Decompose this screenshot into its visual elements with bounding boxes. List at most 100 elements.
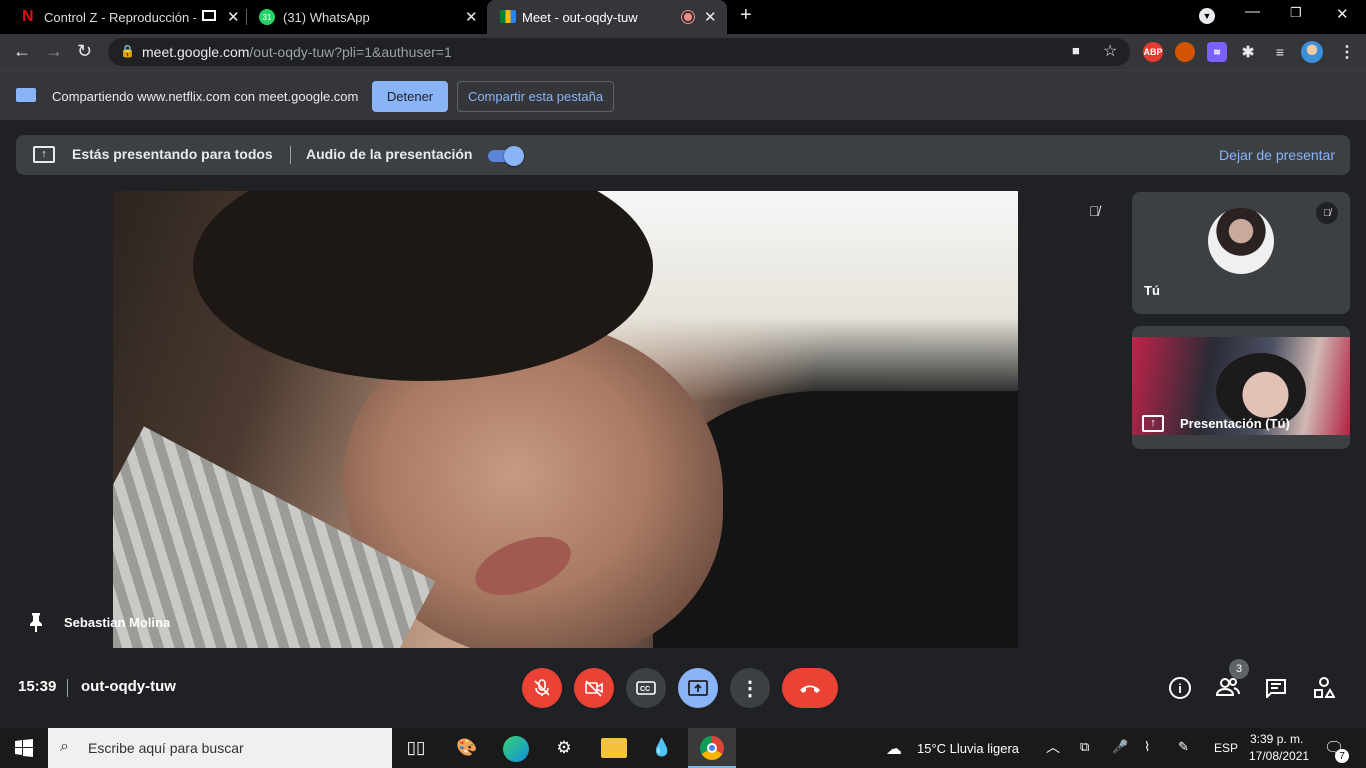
present-now-button[interactable]	[678, 668, 718, 708]
close-window-button[interactable]: ✕	[1336, 5, 1349, 23]
more-options-button[interactable]: ⋮	[730, 668, 770, 708]
weather-icon[interactable]: ☁	[886, 739, 902, 759]
leave-call-button[interactable]	[782, 668, 838, 708]
star-icon[interactable]: ☆	[1103, 41, 1117, 61]
browser-tab-strip: N Control Z - Reproducción - N ✕ 31 (31)…	[0, 0, 1366, 34]
info-icon[interactable]: i	[1169, 677, 1191, 699]
share-screen-icon	[16, 88, 36, 102]
windows-taskbar: ⌕ Escribe aquí para buscar ▯▯ 🎨 ⚙ 💧 ☁ 15…	[0, 728, 1366, 768]
divider	[290, 146, 291, 164]
windows-start-icon[interactable]	[12, 736, 36, 760]
tab-whatsapp[interactable]: 31 (31) WhatsApp ✕	[247, 0, 487, 34]
tab-title: Control Z - Reproducción - N	[44, 10, 196, 25]
recording-icon	[682, 11, 694, 23]
file-explorer-icon[interactable]	[601, 738, 627, 758]
share-this-tab-button[interactable]: Compartir esta pestaña	[457, 81, 614, 112]
camera-off-icon	[585, 680, 603, 697]
browser-toolbar: ← → ↻ 🔒 meet.google.com/out-oqdy-tuw?pli…	[0, 34, 1366, 70]
restore-button[interactable]: ❐	[1290, 5, 1302, 21]
close-icon[interactable]: ✕	[465, 8, 478, 26]
stop-sharing-button[interactable]: Detener	[372, 81, 448, 112]
audio-toggle[interactable]	[488, 146, 524, 166]
pen-icon[interactable]: ✎	[1178, 739, 1189, 755]
tab-title: (31) WhatsApp	[283, 10, 370, 25]
camera-toggle-button[interactable]	[574, 668, 614, 708]
hang-up-icon	[800, 685, 820, 693]
forward-icon[interactable]: →	[45, 41, 63, 62]
activities-icon[interactable]	[1313, 677, 1336, 705]
self-tile[interactable]: 🎙̸ Tú	[1132, 192, 1350, 314]
back-icon[interactable]: ←	[13, 41, 31, 62]
reload-icon[interactable]: ↻	[77, 41, 92, 62]
present-icon	[688, 680, 708, 696]
participants-count-badge: 3	[1229, 659, 1249, 679]
wifi-icon[interactable]: ⌇	[1144, 739, 1150, 755]
chrome-taskbar-item[interactable]	[688, 728, 736, 768]
menu-icon[interactable]: ⋮	[1337, 42, 1357, 62]
settings-app-icon[interactable]: ⚙	[552, 736, 576, 760]
address-bar[interactable]: 🔒 meet.google.com/out-oqdy-tuw?pli=1&aut…	[108, 38, 1130, 66]
edge-app-icon[interactable]	[503, 736, 529, 762]
sharing-message: Compartiendo www.netflix.com con meet.go…	[52, 89, 359, 104]
new-tab-button[interactable]: +	[740, 4, 752, 27]
present-icon: ↑	[1142, 415, 1164, 432]
tile-name: Tú	[1144, 283, 1160, 298]
chrome-icon	[700, 736, 724, 760]
tab-title: Meet - out-oqdy-tuw	[522, 10, 638, 25]
search-icon: ⌕	[60, 738, 69, 755]
clock-date[interactable]: 17/08/2021	[1249, 749, 1309, 763]
camera-icon[interactable]: ■	[1072, 43, 1080, 58]
meet-tray-icon[interactable]: ⧉	[1080, 739, 1089, 755]
language-indicator[interactable]: ESP	[1214, 741, 1238, 755]
puzzle-icon[interactable]: ✱	[1238, 42, 1258, 62]
presenting-banner: ↑ Estás presentando para todos Audio de …	[16, 135, 1350, 175]
svg-text:CC: CC	[640, 686, 650, 693]
mic-toggle-button[interactable]	[522, 668, 562, 708]
netflix-icon: N	[22, 8, 34, 25]
media-icon[interactable]: ≡	[1270, 42, 1290, 62]
people-icon[interactable]	[1215, 677, 1240, 703]
chevron-up-icon[interactable]: ︿	[1046, 737, 1060, 757]
microphone-icon[interactable]: 🎤	[1112, 739, 1128, 755]
tab-netflix[interactable]: N Control Z - Reproducción - N ✕	[0, 0, 246, 34]
weather-text[interactable]: 15°C Lluvia ligera	[917, 741, 1019, 756]
close-icon[interactable]: ✕	[227, 8, 240, 26]
abp-icon[interactable]: ABP	[1143, 42, 1163, 62]
tab-search-icon[interactable]: ▼	[1199, 8, 1215, 24]
mic-off-icon: 🎙̸	[1316, 202, 1338, 224]
url-text: meet.google.com/out-oqdy-tuw?pli=1&authu…	[142, 44, 452, 60]
search-placeholder: Escribe aquí para buscar	[88, 740, 244, 756]
taskbar-search-box[interactable]: ⌕ Escribe aquí para buscar	[48, 728, 392, 768]
present-icon: ↑	[33, 146, 55, 163]
profile-avatar[interactable]	[1301, 41, 1323, 63]
mic-off-icon	[534, 679, 550, 696]
audio-label: Audio de la presentación	[306, 146, 473, 162]
chat-icon[interactable]	[1265, 678, 1287, 704]
tile-name: Presentación (Tú)	[1180, 416, 1290, 431]
notifications-badge: 7	[1335, 749, 1349, 763]
more-vert-icon: ⋮	[740, 677, 760, 700]
lock-icon: 🔒	[120, 44, 135, 58]
main-video-feed	[113, 191, 1018, 648]
extension-icon[interactable]: ≋	[1207, 42, 1227, 62]
clock-time[interactable]: 3:39 p. m.	[1250, 732, 1303, 746]
task-view-icon[interactable]: ▯▯	[404, 736, 428, 760]
presentation-tile[interactable]: ↑ Presentación (Tú)	[1132, 326, 1350, 449]
paint-app-icon[interactable]: 🎨	[455, 736, 479, 760]
pin-icon[interactable]	[29, 612, 42, 632]
captions-button[interactable]: CC	[626, 668, 666, 708]
extension-icon[interactable]	[1175, 42, 1195, 62]
whatsapp-icon: 31	[259, 9, 275, 25]
minimize-button[interactable]: —	[1245, 3, 1260, 20]
close-icon[interactable]: ✕	[704, 8, 717, 26]
cast-icon	[202, 10, 216, 21]
presenting-text: Estás presentando para todos	[72, 146, 273, 162]
app-icon[interactable]: 💧	[650, 736, 674, 760]
tab-meet[interactable]: Meet - out-oqdy-tuw ✕	[487, 0, 727, 34]
captions-icon: CC	[636, 681, 656, 695]
meet-icon	[500, 10, 516, 23]
stop-presenting-button[interactable]: Dejar de presentar	[1219, 147, 1335, 163]
meeting-time: 15:39	[18, 678, 57, 695]
tab-sharing-bar: Compartiendo www.netflix.com con meet.go…	[0, 70, 1366, 120]
divider	[67, 679, 68, 697]
